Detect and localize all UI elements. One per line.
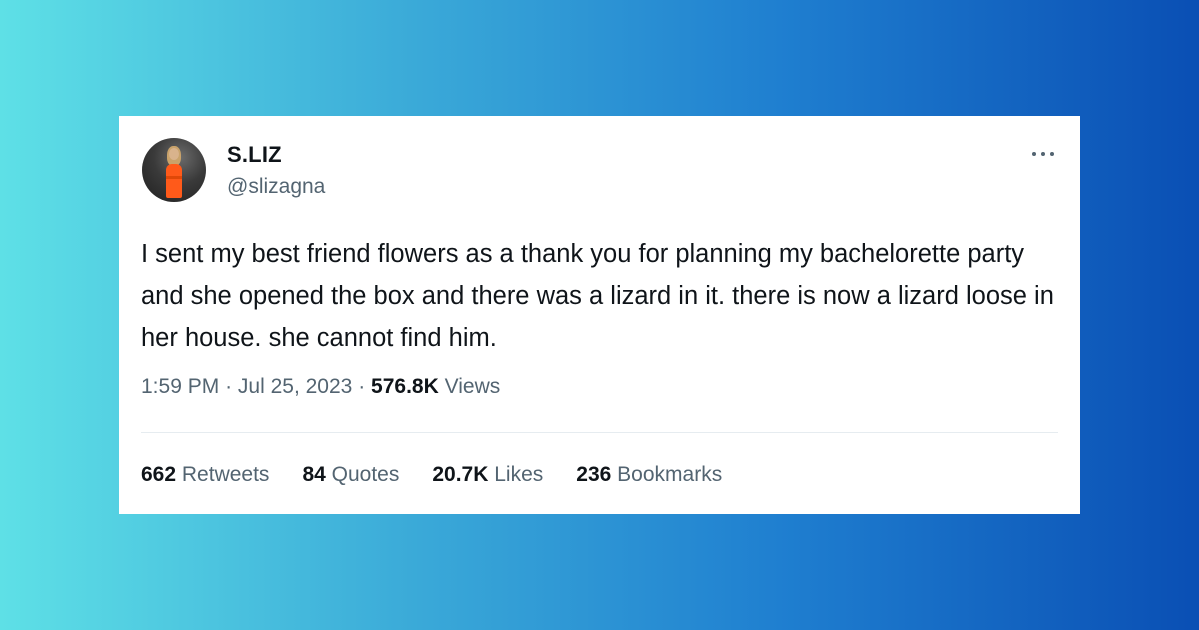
bookmarks-count: 236 bbox=[576, 463, 612, 486]
retweets-label: Retweets bbox=[181, 463, 270, 486]
more-dot bbox=[1050, 152, 1054, 156]
more-horizontal-icon[interactable] bbox=[1032, 148, 1054, 160]
likes-label: Likes bbox=[494, 463, 544, 486]
avatar[interactable] bbox=[142, 138, 206, 202]
tweet-text: I sent my best friend flowers as a thank… bbox=[141, 240, 1054, 352]
bookmarks-stat[interactable]: 236 Bookmarks bbox=[576, 463, 722, 487]
avatar-face bbox=[169, 148, 179, 160]
avatar-dress bbox=[166, 164, 182, 198]
quotes-count: 84 bbox=[302, 463, 326, 486]
author-handle[interactable]: @slizagna bbox=[227, 175, 325, 199]
likes-stat[interactable]: 20.7K Likes bbox=[432, 463, 543, 487]
meta-separator: · bbox=[358, 375, 366, 398]
tweet-metadata: 1:59 PM · Jul 25, 2023 · 576.8K Views bbox=[141, 375, 500, 399]
quotes-label: Quotes bbox=[331, 463, 400, 486]
tweet-date[interactable]: Jul 25, 2023 bbox=[238, 375, 352, 398]
retweets-count: 662 bbox=[141, 463, 177, 486]
tweet-card: S.LIZ @slizagna I sent my best friend fl… bbox=[119, 116, 1080, 514]
engagement-stats: 662 Retweets 84 Quotes 20.7K Likes 236 B… bbox=[141, 463, 755, 487]
quotes-stat[interactable]: 84 Quotes bbox=[302, 463, 399, 487]
tweet-time[interactable]: 1:59 PM bbox=[141, 375, 219, 398]
more-dot bbox=[1041, 152, 1045, 156]
author-display-name[interactable]: S.LIZ bbox=[227, 142, 282, 168]
more-dot bbox=[1032, 152, 1036, 156]
views-count: 576.8K bbox=[371, 375, 439, 398]
avatar-dress-detail bbox=[166, 176, 182, 179]
meta-separator: · bbox=[225, 375, 233, 398]
likes-count: 20.7K bbox=[432, 463, 489, 486]
retweets-stat[interactable]: 662 Retweets bbox=[141, 463, 269, 487]
bookmarks-label: Bookmarks bbox=[617, 463, 723, 486]
divider bbox=[141, 432, 1058, 433]
views-label: Views bbox=[444, 375, 501, 398]
